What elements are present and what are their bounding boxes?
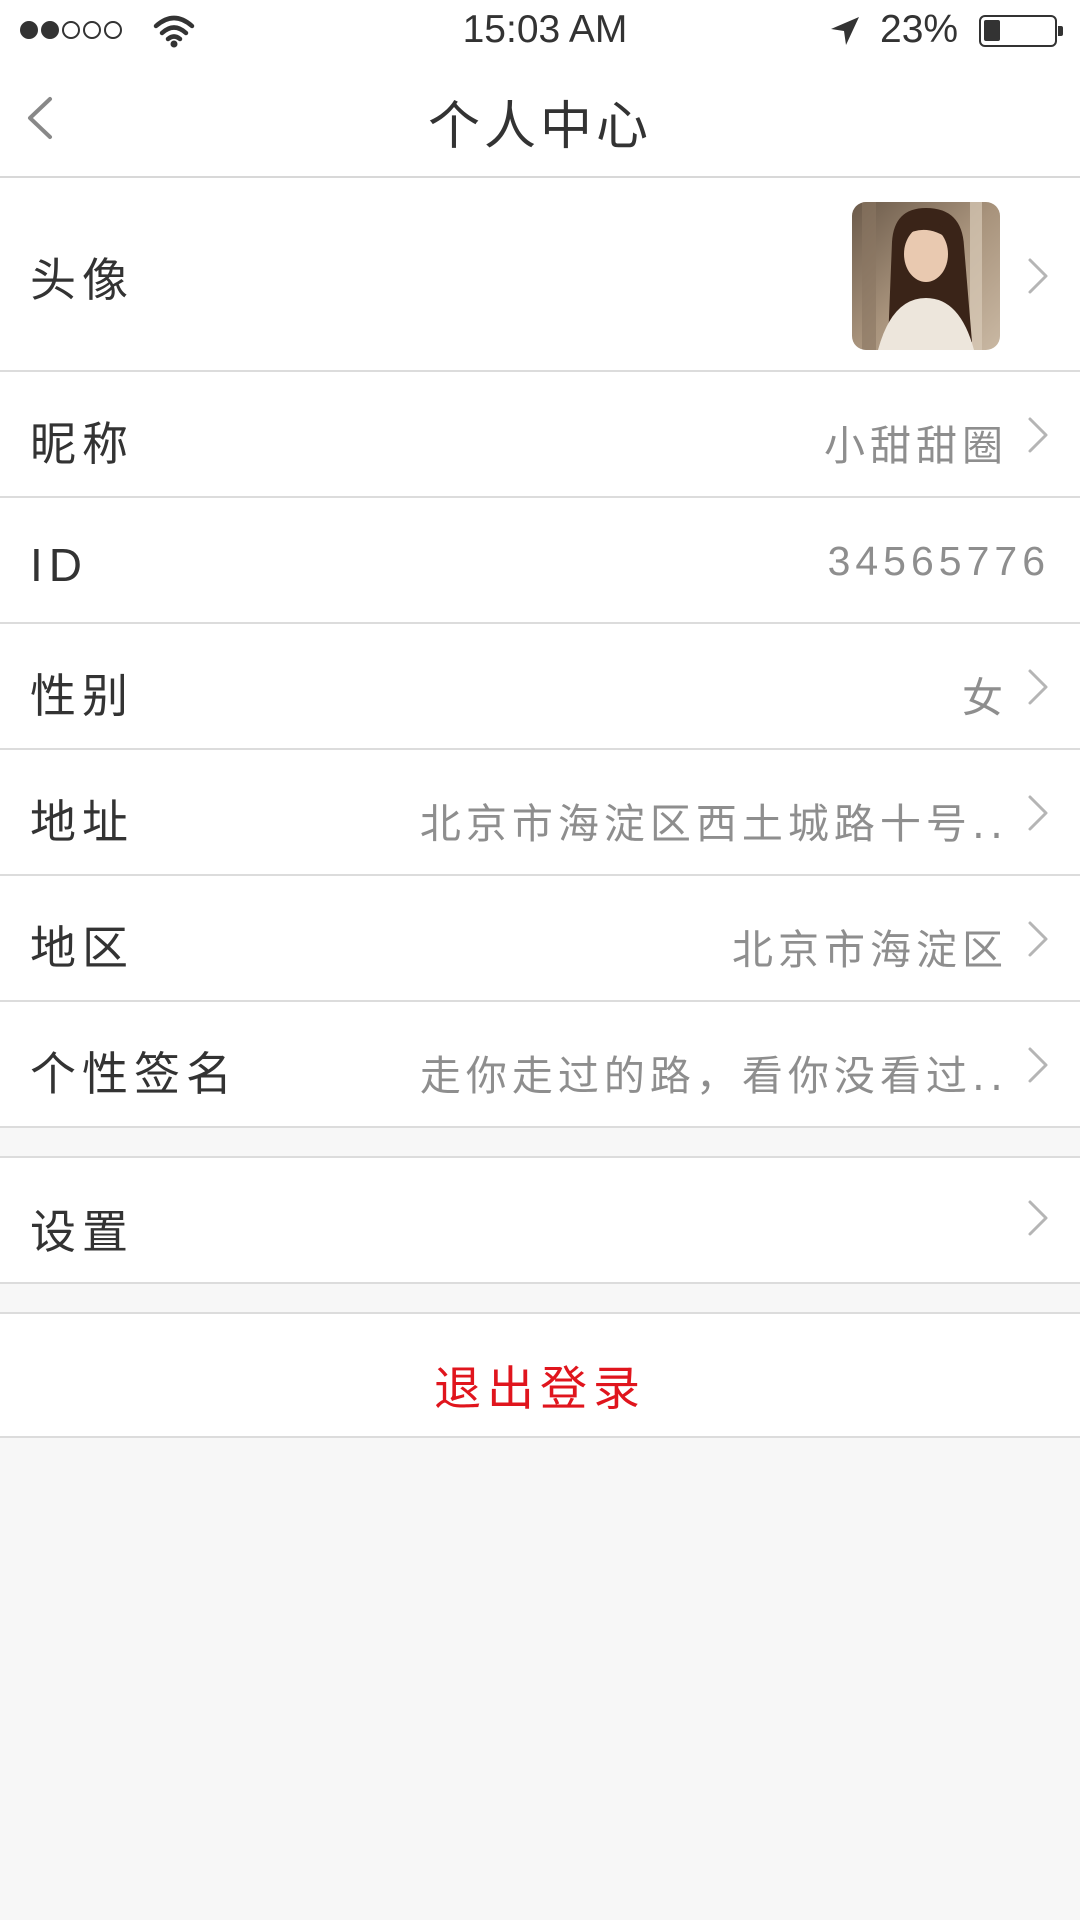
battery-icon (979, 15, 1063, 47)
id-value: 34565776 (827, 538, 1050, 584)
row-settings[interactable]: 设置 (0, 1156, 1080, 1284)
row-address[interactable]: 地址 北京市海淀区西土城路十号.. (0, 750, 1080, 876)
signature-label: 个性签名 (30, 1047, 238, 1101)
address-label: 地址 (30, 795, 134, 849)
row-gender[interactable]: 性别 女 (0, 624, 1080, 750)
row-nickname[interactable]: 昵称 小甜甜圈 (0, 372, 1080, 498)
row-signature[interactable]: 个性签名 走你走过的路，看你没看过.. (0, 1002, 1080, 1128)
signature-value: 走你走过的路，看你没看过.. (419, 1052, 1008, 1100)
status-bar: 15:03 AM 23% (0, 0, 1080, 58)
row-avatar[interactable]: 头像 (0, 178, 1080, 372)
chevron-right-icon (1028, 669, 1048, 705)
gender-label: 性别 (30, 669, 134, 723)
location-arrow-icon (831, 17, 859, 45)
region-label: 地区 (30, 921, 134, 975)
chevron-right-icon (1028, 417, 1048, 453)
id-label: ID (30, 539, 88, 591)
battery-fill (984, 20, 1000, 41)
chevron-right-icon (1028, 921, 1048, 957)
settings-label: 设置 (30, 1205, 134, 1259)
page-title: 个人中心 (427, 97, 652, 157)
nickname-value: 小甜甜圈 (824, 422, 1008, 470)
nav-bar: 个人中心 (0, 58, 1080, 178)
chevron-right-icon (1028, 1200, 1048, 1236)
avatar-label: 头像 (30, 253, 134, 307)
row-id: ID 34565776 (0, 498, 1080, 624)
chevron-right-icon (1028, 795, 1048, 831)
battery-percent: 23% (880, 8, 959, 51)
gender-value: 女 (962, 674, 1008, 722)
nickname-label: 昵称 (30, 417, 134, 471)
chevron-right-icon (1028, 258, 1048, 294)
region-value: 北京市海淀区 (732, 926, 1008, 974)
chevron-right-icon (1028, 1047, 1048, 1083)
logout-button[interactable]: 退出登录 (0, 1312, 1080, 1438)
address-value: 北京市海淀区西土城路十号.. (419, 800, 1008, 848)
row-region[interactable]: 地区 北京市海淀区 (0, 876, 1080, 1002)
avatar[interactable] (852, 202, 1000, 350)
logout-label: 退出登录 (434, 1362, 646, 1417)
